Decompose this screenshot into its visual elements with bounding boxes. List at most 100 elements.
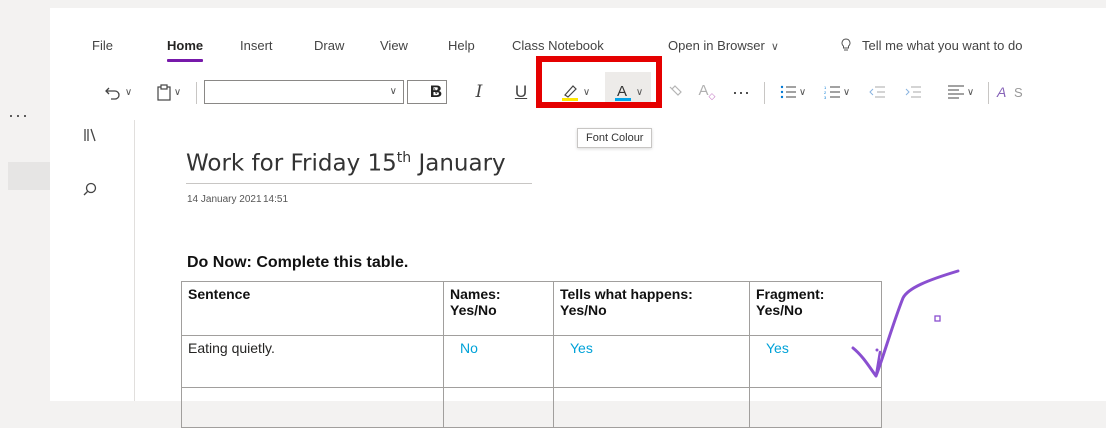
page-time: 14:51 [263,194,289,205]
header-text: Names: [450,286,501,302]
table-cell[interactable]: Yes [553,335,750,388]
italic-button[interactable]: I [468,76,490,108]
header-text: Yes/No [560,302,607,318]
header-text: Fragment: [756,286,825,302]
decrease-indent-button[interactable] [862,76,892,108]
tab-class-notebook[interactable]: Class Notebook [512,38,604,53]
svg-text:A: A [996,84,1006,100]
page-title-end: January [411,150,506,177]
work-table: Sentence Names: Yes/No Tells what happens… [181,281,882,428]
more-options-icon[interactable]: ··· [8,106,29,124]
page-title[interactable]: Work for Friday 15th January [186,150,506,177]
paragraph-alignment-button[interactable]: ∨ [940,76,982,108]
table-cell[interactable] [553,387,750,428]
outdent-icon [869,86,885,98]
header-cell[interactable]: Sentence [181,281,444,336]
more-options-button[interactable]: ··· [726,76,756,108]
chevron-down-icon: ∨ [173,86,182,98]
chevron-down-icon: ∨ [389,86,397,97]
header-text: Tells what happens: [560,286,693,302]
styles-button[interactable]: AS [996,76,1036,108]
search-button[interactable] [83,182,97,201]
ribbon-tabs: File Home Insert Draw View Help Class No… [50,38,1106,66]
table-cell[interactable]: No [443,335,554,388]
tell-me-search[interactable]: Tell me what you want to do [840,38,1022,53]
chevron-down-icon: ∨ [842,86,851,98]
notebooks-icon [84,128,96,142]
lightbulb-icon [841,38,851,51]
chevron-down-icon: ∨ [582,86,591,98]
clear-format-icon: A◇ [698,82,716,101]
header-text: Yes/No [756,302,803,318]
cell-text: Eating quietly. [188,340,275,356]
tab-insert[interactable]: Insert [240,38,273,53]
teams-left-strip: ··· [0,0,50,401]
header-cell[interactable]: Tells what happens: Yes/No [553,281,750,336]
svg-text:A: A [617,83,627,100]
font-colour-tooltip: Font Colour [577,128,653,148]
chevron-down-icon: ∨ [770,41,779,53]
bold-button[interactable]: B [424,76,448,108]
answer-text: Yes [766,340,789,356]
divider [196,82,197,104]
highlighter-icon [561,85,578,101]
font-colour-button[interactable]: A ∨ [606,76,650,108]
page-title-main: Work for Friday 15 [186,150,397,177]
chevron-down-icon: ∨ [635,86,644,98]
font-name-select[interactable]: ∨ [204,80,404,104]
table-cell[interactable] [181,387,444,428]
open-in-browser-button[interactable]: Open in Browser ∨ [668,38,779,53]
header-cell[interactable]: Names: Yes/No [443,281,554,336]
styles-label-clipped: S [1014,84,1023,100]
tell-me-label: Tell me what you want to do [862,38,1023,53]
chevron-down-icon: ∨ [124,86,133,98]
numbering-icon: 123 [824,85,840,99]
numbering-button[interactable]: 1 2 3 ∨ [818,76,856,108]
indent-icon [905,86,921,98]
tab-file[interactable]: File [92,38,113,53]
tab-help[interactable]: Help [448,38,475,53]
table-row: Eating quietly. No Yes Yes [181,335,882,388]
divider [988,82,989,104]
notebooks-button[interactable] [83,128,97,147]
page-title-sup: th [396,150,412,166]
tab-draw[interactable]: Draw [314,38,344,53]
tab-home[interactable]: Home [167,38,204,62]
bullets-icon [780,85,796,99]
table-cell[interactable] [443,387,554,428]
undo-button[interactable]: ∨ [98,76,138,108]
open-in-browser-label: Open in Browser [668,38,765,53]
table-header-row: Sentence Names: Yes/No Tells what happens… [181,281,882,336]
svg-text:3: 3 [824,95,827,99]
styles-icon: A [996,84,1006,100]
tab-view[interactable]: View [380,38,408,53]
divider [764,82,765,104]
underline-button[interactable]: U [510,76,532,108]
home-toolbar: ∨ ∨ ∨ ∨ B I U ∨ A ∨ A◇ ··· ∨ 1 2 3 ∨ ∨ A… [50,76,1106,112]
selected-nav-item[interactable] [8,162,50,190]
answer-text: No [460,340,478,356]
notebook-nav-strip [50,120,135,401]
table-cell[interactable] [749,387,882,428]
clear-formatting-button[interactable]: A◇ [694,76,720,108]
do-now-heading[interactable]: Do Now: Complete this table. [187,254,408,272]
header-text: Sentence [188,286,251,302]
format-painter-button[interactable] [662,76,688,108]
table-cell[interactable]: Eating quietly. [181,335,444,388]
chevron-down-icon: ∨ [966,86,975,98]
increase-indent-button[interactable] [898,76,928,108]
answer-text: Yes [570,340,593,356]
paste-button[interactable]: ∨ [150,76,188,108]
header-text: Yes/No [450,302,497,318]
undo-icon [104,87,120,100]
font-colour-icon: A [614,83,631,101]
top-gap [50,0,1106,8]
search-icon [83,182,97,196]
bullets-button[interactable]: ∨ [774,76,812,108]
title-underline [186,183,532,184]
highlight-button[interactable]: ∨ [553,76,597,108]
onenote-app: File Home Insert Draw View Help Class No… [50,0,1106,428]
page-date: 14 January 2021 [187,194,262,205]
format-painter-icon [669,85,682,96]
ink-tick-mark[interactable] [848,268,968,384]
